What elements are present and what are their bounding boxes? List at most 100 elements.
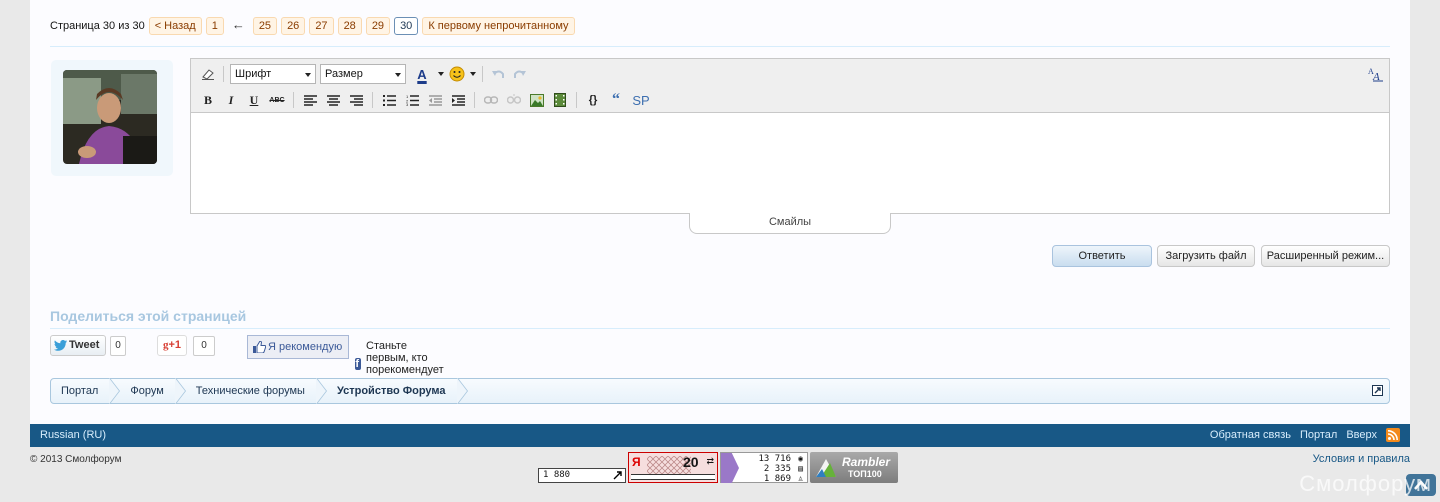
tweet-count: 0 <box>110 336 126 356</box>
page-jump-arrow[interactable]: ← <box>228 17 249 35</box>
avatar[interactable] <box>63 70 157 164</box>
align-center-icon[interactable] <box>324 91 342 109</box>
svg-text:3: 3 <box>406 102 409 106</box>
redo-icon[interactable] <box>511 65 529 83</box>
align-right-icon[interactable] <box>347 91 365 109</box>
align-left-icon[interactable] <box>301 91 319 109</box>
quote-icon[interactable]: “ <box>607 91 625 109</box>
gplus-label: g+1 <box>162 339 182 351</box>
current-page: 30 <box>394 17 419 35</box>
numbered-list-icon[interactable]: 123 <box>403 91 421 109</box>
jump-menu-icon[interactable] <box>1372 385 1383 396</box>
feedback-link[interactable]: Обратная связь <box>1210 429 1291 441</box>
stats-views: 13 716 <box>758 454 791 464</box>
undo-icon[interactable] <box>489 65 507 83</box>
refresh-icon: ⇄ <box>706 456 714 466</box>
spoiler-button[interactable]: SP <box>630 91 652 109</box>
toolbar-divider <box>474 92 475 108</box>
page-link[interactable]: 29 <box>365 17 391 35</box>
bold-button[interactable]: B <box>199 91 217 109</box>
toggle-wysiwyg-icon[interactable]: AA <box>1367 65 1385 83</box>
message-editor: Шрифт Размер A A A B I U ABC 1 2 3 {} “ … <box>190 58 1390 214</box>
image-icon[interactable] <box>528 91 546 109</box>
toolbar-divider <box>293 92 294 108</box>
page-link[interactable]: 28 <box>337 17 362 35</box>
terms-link[interactable]: Условия и правила <box>1313 453 1410 465</box>
breadcrumb-item-tech-forums[interactable]: Технические форумы <box>186 378 328 404</box>
thumbs-up-icon <box>253 341 266 353</box>
reply-button[interactable]: Ответить <box>1052 245 1152 267</box>
page-navigation: Страница 30 из 30 < Назад 1 ← 25 26 27 2… <box>50 17 575 35</box>
fb-recommend-label: Я рекомендую <box>268 341 343 353</box>
text-color-button[interactable]: A <box>410 65 434 83</box>
list-icon: ▤ <box>798 464 803 473</box>
upload-file-button[interactable]: Загрузить файл <box>1157 245 1255 267</box>
rambler-top100-counter[interactable]: Rambler ТОП100 <box>810 452 898 483</box>
underline-button[interactable]: U <box>245 91 263 109</box>
top-link[interactable]: Вверх <box>1346 429 1377 441</box>
page-link[interactable]: 26 <box>281 17 306 35</box>
page-link[interactable]: 25 <box>252 17 278 35</box>
toolbar-divider <box>482 66 483 82</box>
yandex-value: 20 <box>683 454 699 470</box>
strikethrough-button[interactable]: ABC <box>268 91 286 109</box>
rambler-logo-icon <box>816 459 836 477</box>
facebook-recommend-button[interactable]: Я рекомендую <box>247 335 349 359</box>
share-page-title: Поделиться этой страницей <box>50 308 247 324</box>
eraser-icon[interactable] <box>199 65 217 83</box>
liveinternet-counter[interactable]: 1 880 <box>538 468 626 483</box>
tweet-label: Tweet <box>69 339 100 351</box>
breadcrumb-item-forum-device[interactable]: Устройство Форума <box>327 378 468 404</box>
copyright: © 2013 Смолфорум <box>30 454 122 465</box>
toolbar-divider <box>372 92 373 108</box>
smiley-icon[interactable] <box>448 65 466 83</box>
divider <box>50 328 1390 329</box>
unlink-icon[interactable] <box>505 91 523 109</box>
indent-icon[interactable] <box>449 91 467 109</box>
stats-counter[interactable]: 13 716 2 335 1 869 ◉ ▤ ♙ <box>720 452 808 484</box>
divider <box>50 46 1390 47</box>
site-watermark: Смолфорум <box>1299 471 1432 496</box>
stats-logo <box>721 453 739 483</box>
page-link[interactable]: 27 <box>309 17 334 35</box>
code-icon[interactable]: {} <box>584 91 602 109</box>
toolbar-divider <box>576 92 577 108</box>
language-chooser[interactable]: Russian (RU) <box>40 429 106 441</box>
yandex-metrika-counter[interactable]: Я 20 ⇄ <box>628 452 718 483</box>
toolbar-divider <box>223 66 224 82</box>
person-icon: ♙ <box>798 474 803 483</box>
media-icon[interactable] <box>551 91 569 109</box>
stats-visits: 2 335 <box>763 464 791 474</box>
footer-bar: Russian (RU) Обратная связь Портал Вверх <box>30 424 1410 447</box>
google-plus-count: 0 <box>193 336 215 356</box>
rss-icon[interactable] <box>1386 428 1400 442</box>
page-content: Страница 30 из 30 < Назад 1 ← 25 26 27 2… <box>30 0 1410 424</box>
font-size-select[interactable]: Размер <box>320 64 406 84</box>
portal-link[interactable]: Портал <box>1300 429 1337 441</box>
arrow-icon <box>613 471 622 480</box>
font-family-select[interactable]: Шрифт <box>230 64 316 84</box>
smiley-dropdown-icon[interactable] <box>470 65 476 83</box>
breadcrumb-item-forum[interactable]: Форум <box>120 378 187 404</box>
link-icon[interactable] <box>482 91 500 109</box>
tweet-button[interactable]: Tweet <box>50 335 106 356</box>
facebook-icon: f <box>355 358 361 370</box>
prev-page-link[interactable]: < Назад <box>148 17 202 35</box>
breadcrumb-item-portal[interactable]: Портал <box>51 378 121 404</box>
rambler-top: ТОП100 <box>848 469 882 479</box>
editor-text-area[interactable] <box>191 113 1389 213</box>
breadcrumb: Портал Форум Технические форумы Устройст… <box>50 378 1390 404</box>
text-color-dropdown-icon[interactable] <box>438 65 444 83</box>
first-unread-link[interactable]: К первому непрочитанному <box>422 17 575 35</box>
page-link-first[interactable]: 1 <box>205 17 224 35</box>
google-plus-button[interactable]: g+1 <box>157 335 187 356</box>
bullet-list-icon[interactable] <box>380 91 398 109</box>
page-count-label: Страница 30 из 30 <box>50 20 145 32</box>
italic-button[interactable]: I <box>222 91 240 109</box>
smilies-tab[interactable]: Смайлы <box>689 213 891 234</box>
yandex-letter: Я <box>632 455 641 469</box>
advanced-mode-button[interactable]: Расширенный режим... <box>1261 245 1390 267</box>
editor-toolbar: Шрифт Размер A A A B I U ABC 1 2 3 {} “ … <box>191 59 1389 113</box>
outdent-icon[interactable] <box>426 91 444 109</box>
footer-links: Обратная связь Портал Вверх <box>1210 428 1400 442</box>
